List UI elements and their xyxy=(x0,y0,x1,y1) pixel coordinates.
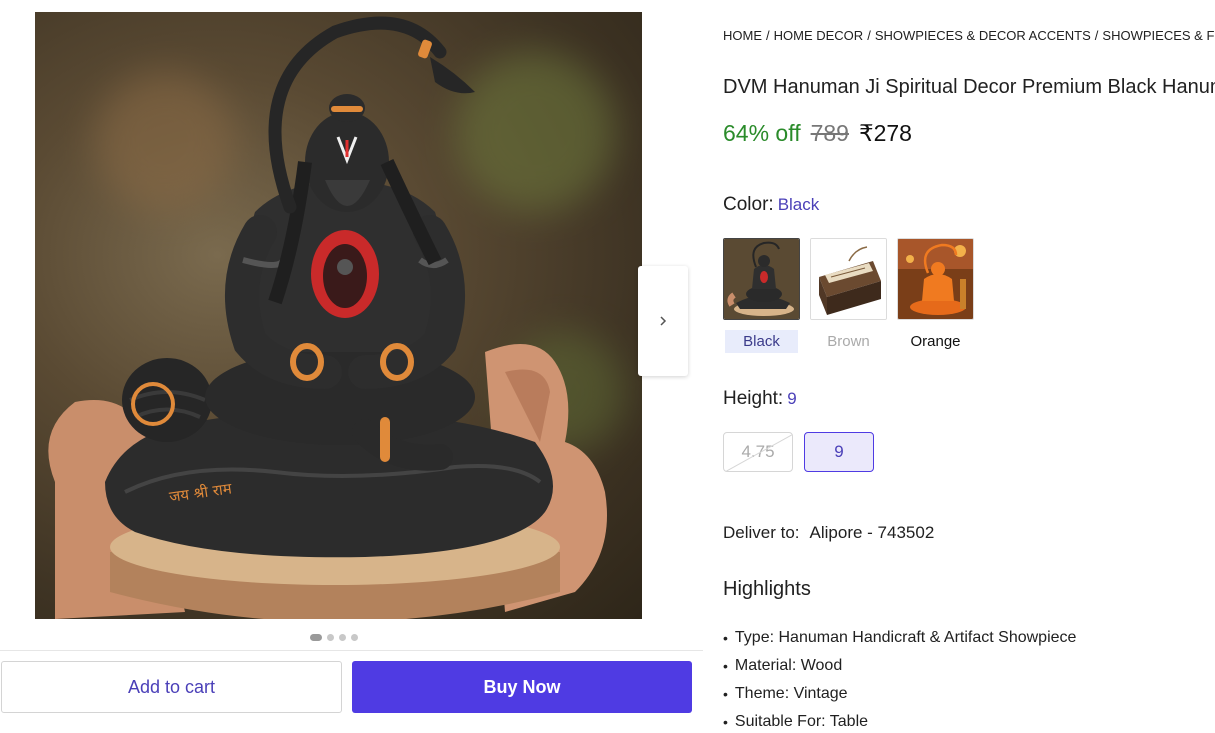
highlight-item: Type: Hanuman Handicraft & Artifact Show… xyxy=(723,624,1077,652)
image-pagination xyxy=(310,634,358,641)
height-label-row: Height: 9 xyxy=(723,388,797,410)
orange-idol-thumbnail xyxy=(898,239,973,319)
hanuman-idol-illustration: जय श्री राम xyxy=(48,16,607,619)
original-price: 789 xyxy=(810,120,849,146)
height-options: 4.75 9 xyxy=(723,432,874,472)
selling-price: ₹278 xyxy=(858,120,912,146)
breadcrumb-link-showpieces-decor-accents[interactable]: SHOWPIECES & DECOR ACCENTS xyxy=(875,28,1091,43)
selected-color-value: Black xyxy=(777,195,820,214)
pagination-dot[interactable] xyxy=(327,634,334,641)
price-row: 64% off 789 ₹278 xyxy=(723,120,912,147)
color-label: Color: xyxy=(723,194,774,215)
discount-percent: 64% off xyxy=(723,120,801,146)
highlight-item: Theme: Vintage xyxy=(723,680,1076,708)
pagination-dot[interactable] xyxy=(351,634,358,641)
buy-now-button[interactable]: Buy Now xyxy=(352,661,692,713)
breadcrumb: HOME / HOME DECOR / SHOWPIECES & DECOR ACCEN… xyxy=(723,28,1215,43)
color-thumbnail[interactable] xyxy=(723,238,800,320)
color-option-label: Black xyxy=(725,330,798,353)
color-option-brown[interactable]: Brown xyxy=(810,238,887,353)
next-image-button[interactable] xyxy=(638,266,688,376)
breadcrumb-link-home-decor[interactable]: HOME DECOR xyxy=(774,28,864,43)
highlights-list: Type: Hanuman Handicraft & Artifact Show… xyxy=(723,624,1077,733)
color-option-label: Orange xyxy=(910,333,961,350)
color-thumbnail[interactable] xyxy=(897,238,974,320)
highlight-item: Suitable For: Table xyxy=(723,708,1076,733)
divider xyxy=(0,650,703,651)
delivery-location[interactable]: Alipore - 743502 xyxy=(810,523,935,543)
color-option-orange[interactable]: Orange xyxy=(897,238,974,353)
black-idol-thumbnail xyxy=(724,239,799,319)
pagination-dot[interactable] xyxy=(339,634,346,641)
brown-box-thumbnail xyxy=(811,239,886,319)
pagination-dot[interactable] xyxy=(310,634,322,641)
deliver-to-label: Deliver to: xyxy=(723,523,800,542)
color-option-label: Brown xyxy=(827,333,870,350)
color-label-row: Color: Black xyxy=(723,194,819,216)
product-image[interactable]: जय श्री राम xyxy=(35,12,642,619)
highlight-item: Material: Wood xyxy=(723,652,1076,680)
delivery-info: Deliver to: Alipore - 743502 xyxy=(723,523,934,543)
breadcrumb-link-showpieces-figurines[interactable]: SHOWPIECES & FIGURINES xyxy=(1102,28,1215,43)
height-option-9[interactable]: 9 xyxy=(804,432,874,472)
height-option-4-75[interactable]: 4.75 xyxy=(723,432,793,472)
breadcrumb-link-home[interactable]: HOME xyxy=(723,28,762,43)
height-label: Height: xyxy=(723,388,784,409)
chevron-right-icon xyxy=(660,316,667,326)
product-title: DVM Hanuman Ji Spiritual Decor Premium B… xyxy=(723,76,1215,98)
selected-height-value: 9 xyxy=(787,389,797,408)
highlights-heading: Highlights xyxy=(723,578,811,600)
color-thumbnail[interactable] xyxy=(810,238,887,320)
color-option-black[interactable]: Black xyxy=(723,238,800,353)
color-swatches: Black Brown Orange xyxy=(723,238,974,353)
add-to-cart-button[interactable]: Add to cart xyxy=(1,661,342,713)
